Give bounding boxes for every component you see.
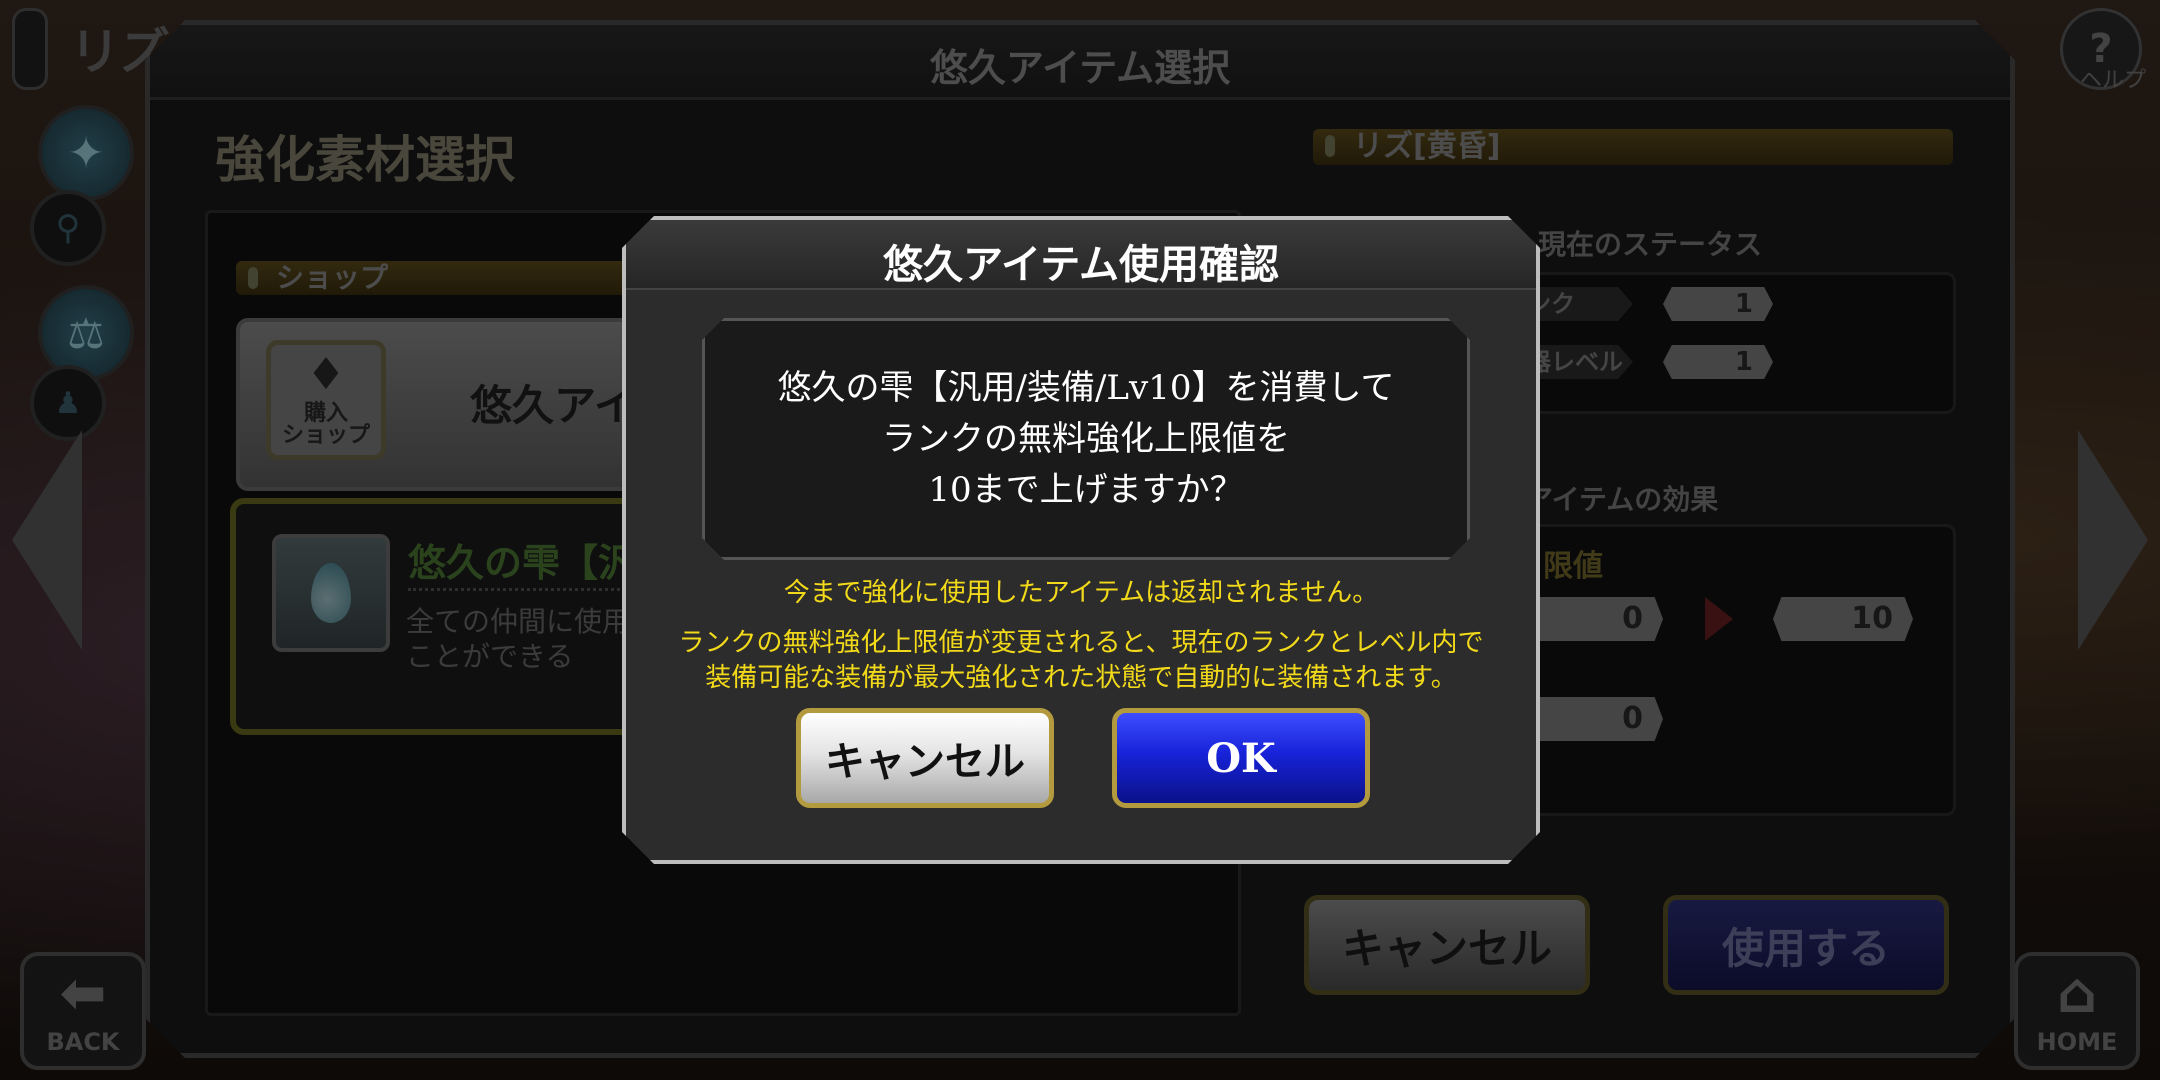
confirm-dialog: 悠久アイテム使用確認 悠久の雫【汎用/装備/Lv10】を消費して ランクの無料強… bbox=[622, 216, 1540, 864]
warning-text: 今まで強化に使用したアイテムは返却されません。 bbox=[783, 578, 1379, 608]
message-line: ランクの無料強化上限値を bbox=[882, 418, 1290, 459]
dialog-cancel-button[interactable]: キャンセル bbox=[796, 708, 1054, 808]
warning-text: ランクの無料強化上限値が変更されると、現在のランクとレベル内で bbox=[678, 628, 1484, 658]
dialog-message: 悠久の雫【汎用/装備/Lv10】を消費して ランクの無料強化上限値を 10まで上… bbox=[702, 318, 1470, 560]
dialog-title: 悠久アイテム使用確認 bbox=[883, 242, 1279, 288]
dialog-ok-button[interactable]: OK bbox=[1112, 708, 1370, 808]
message-line: 悠久の雫【汎用/装備/Lv10】を消費して bbox=[777, 367, 1395, 408]
warning-text: 装備可能な装備が最大強化された状態で自動的に装備されます。 bbox=[705, 663, 1457, 693]
message-line: 10まで上げますか？ bbox=[928, 469, 1244, 510]
